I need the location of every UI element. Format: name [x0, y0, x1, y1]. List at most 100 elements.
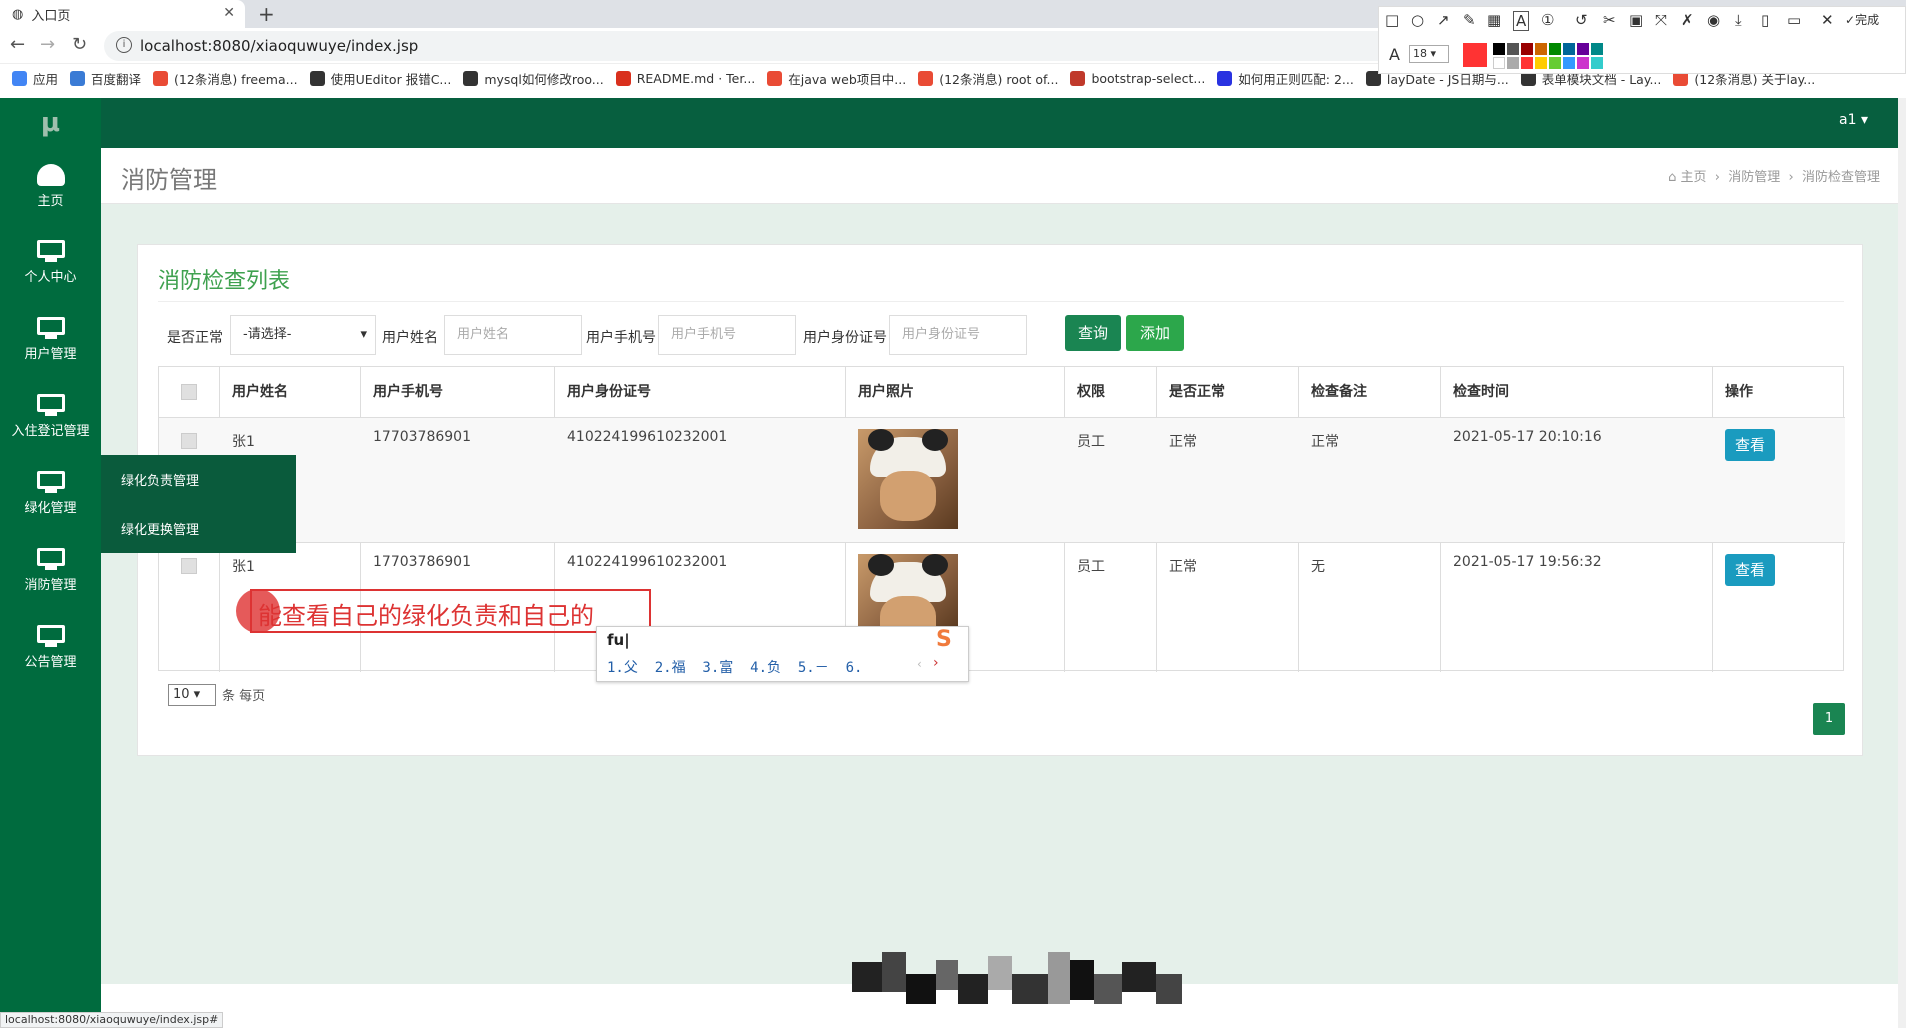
- sidebar-item-home[interactable]: 主页: [0, 156, 101, 232]
- ime-candidates[interactable]: 1.父 2.福 3.富 4.负 5.－ 6.: [607, 657, 862, 677]
- bookmark-item[interactable]: 应用: [12, 69, 58, 88]
- download-icon[interactable]: ⤓: [1735, 11, 1742, 29]
- bookmark-item[interactable]: 百度翻译: [70, 69, 141, 88]
- normal-select-value: -请选择-: [243, 327, 292, 342]
- normal-filter-label: 是否正常: [167, 330, 223, 346]
- info-icon[interactable]: i: [116, 37, 132, 53]
- breadcrumb-home[interactable]: 主页: [1680, 170, 1706, 185]
- cancel-icon[interactable]: ✕: [1821, 11, 1834, 29]
- column-header: 检查时间: [1453, 384, 1509, 400]
- mosaic-tool-icon[interactable]: ▦: [1487, 11, 1501, 29]
- done-button[interactable]: ✓完成: [1845, 11, 1879, 28]
- bookmark-item[interactable]: 使用UEditor 报错C...: [309, 69, 451, 88]
- phone-input[interactable]: 用户手机号: [658, 315, 796, 355]
- sidebar-item-fire-management[interactable]: 消防管理: [0, 540, 101, 616]
- row-checkbox[interactable]: [181, 558, 197, 574]
- bookmark-item[interactable]: (12条消息) root of...: [918, 69, 1058, 88]
- sidebar-item-personal-center[interactable]: 个人中心: [0, 232, 101, 308]
- column-header: 权限: [1077, 384, 1105, 400]
- bookmark-favicon-icon: [153, 70, 169, 86]
- font-size-select[interactable]: 18 ▾: [1409, 45, 1449, 63]
- bookmark-favicon-icon: [1217, 70, 1233, 86]
- phone-icon[interactable]: ▯: [1761, 11, 1769, 29]
- text-tool-icon[interactable]: A: [1513, 11, 1530, 31]
- cell-idno: 410224199610232001: [567, 429, 728, 445]
- browser-tab[interactable]: ◍ 入口页 ✕: [0, 0, 245, 28]
- chevron-left-icon[interactable]: ‹: [917, 657, 922, 671]
- breadcrumb: ⌂ 主页 › 消防管理 › 消防检查管理: [1668, 166, 1880, 185]
- bookmark-label: 在java web项目中...: [788, 71, 907, 87]
- cell-role: 员工: [1077, 559, 1105, 575]
- ocr-icon[interactable]: ▣: [1629, 11, 1643, 29]
- submenu-item[interactable]: 绿化更换管理: [121, 519, 199, 538]
- divider: [158, 301, 1844, 302]
- page-size-select[interactable]: 10 ▾: [168, 684, 216, 706]
- column-header: 用户姓名: [232, 384, 288, 400]
- sidebar-item-notice-management[interactable]: 公告管理: [0, 617, 101, 693]
- bookmark-item[interactable]: bootstrap-select...: [1070, 70, 1205, 86]
- sidebar-item-label: 消防管理: [24, 578, 77, 593]
- phone-placeholder: 用户手机号: [671, 327, 737, 342]
- font-size-icon: A: [1389, 45, 1400, 64]
- id-input[interactable]: 用户身份证号: [889, 315, 1027, 355]
- sogou-logo-icon: S: [936, 627, 952, 652]
- back-icon[interactable]: ←: [10, 34, 25, 55]
- home-icon: ⌂: [1668, 170, 1681, 185]
- cell-name: 张1: [232, 434, 255, 450]
- sidebar-item-greening-management[interactable]: 绿化管理: [0, 463, 101, 539]
- annotation-text: 能查看自己的绿化负责和自己的: [258, 602, 594, 630]
- bookmark-label: 应用: [33, 71, 59, 87]
- view-button[interactable]: 查看: [1725, 429, 1775, 461]
- page-number-button[interactable]: 1: [1813, 703, 1845, 735]
- undo-icon[interactable]: ↺: [1575, 11, 1588, 29]
- breadcrumb-fire[interactable]: 消防管理: [1728, 170, 1780, 185]
- dashboard-icon: [36, 164, 65, 186]
- list-panel: 消防检查列表 是否正常 -请选择- ▾ 用户姓名 用户姓名 用户手机号 用户手机号…: [137, 244, 1863, 756]
- search-button[interactable]: 查询: [1065, 315, 1121, 351]
- pen-tool-icon[interactable]: ✎: [1463, 11, 1476, 29]
- user-menu[interactable]: a1 ▾: [1839, 112, 1868, 128]
- close-icon[interactable]: ✕: [223, 5, 235, 21]
- color-palette[interactable]: [1493, 43, 1609, 69]
- bookmark-item[interactable]: README.md · Ter...: [615, 70, 755, 86]
- scrollbar[interactable]: [1898, 98, 1906, 1028]
- bookmark-favicon-icon: [70, 70, 86, 86]
- submenu-item[interactable]: 绿化负责管理: [121, 470, 199, 489]
- sidebar-item-checkin-management[interactable]: 入住登记管理: [0, 386, 101, 462]
- pin-icon[interactable]: ✂: [1603, 11, 1616, 29]
- record-icon[interactable]: ◉: [1707, 11, 1720, 29]
- app-header: a1 ▾: [101, 98, 1906, 148]
- panel-title: 消防检查列表: [158, 269, 291, 294]
- column-header: 检查备注: [1311, 384, 1367, 400]
- fit-icon[interactable]: ⤧: [1655, 11, 1667, 29]
- sidebar-item-label: 用户管理: [24, 347, 77, 362]
- forward-icon[interactable]: →: [40, 34, 55, 55]
- current-color-swatch[interactable]: [1463, 43, 1487, 67]
- bookmark-item[interactable]: 在java web项目中...: [767, 69, 906, 88]
- pin2-icon[interactable]: ✗: [1681, 11, 1694, 29]
- view-button[interactable]: 查看: [1725, 554, 1775, 586]
- ellipse-tool-icon[interactable]: ○: [1411, 11, 1424, 29]
- row-checkbox[interactable]: [181, 433, 197, 449]
- app-logo: μ: [40, 108, 61, 138]
- chevron-right-icon[interactable]: ›: [933, 655, 939, 671]
- new-tab-icon[interactable]: +: [258, 2, 275, 26]
- normal-select[interactable]: -请选择- ▾: [230, 315, 376, 355]
- bookmark-item[interactable]: mysql如何修改roo...: [463, 69, 604, 88]
- done-label: 完成: [1855, 13, 1880, 27]
- rectangle-tool-icon[interactable]: □: [1385, 11, 1399, 29]
- marker-tool-icon[interactable]: ①: [1541, 11, 1554, 29]
- arrow-tool-icon[interactable]: ↗: [1437, 11, 1450, 29]
- bookmark-item[interactable]: (12条消息) freema...: [153, 69, 298, 88]
- phone-filter-label: 用户手机号: [586, 330, 656, 346]
- monitor-icon: [36, 317, 65, 339]
- sidebar-item-user-management[interactable]: 用户管理: [0, 309, 101, 385]
- add-button[interactable]: 添加: [1126, 315, 1184, 351]
- bookmark-item[interactable]: 如何用正则匹配: 2...: [1217, 69, 1354, 88]
- bookmark-icon[interactable]: ▭: [1787, 11, 1801, 29]
- name-input[interactable]: 用户姓名: [444, 315, 582, 355]
- select-all-checkbox[interactable]: [181, 384, 197, 400]
- ime-candidate-window: fu| 1.父 2.福 3.富 4.负 5.－ 6. S ‹ ›: [596, 626, 969, 682]
- chevron-down-icon: ▾: [360, 327, 367, 342]
- reload-icon[interactable]: ↻: [72, 34, 87, 55]
